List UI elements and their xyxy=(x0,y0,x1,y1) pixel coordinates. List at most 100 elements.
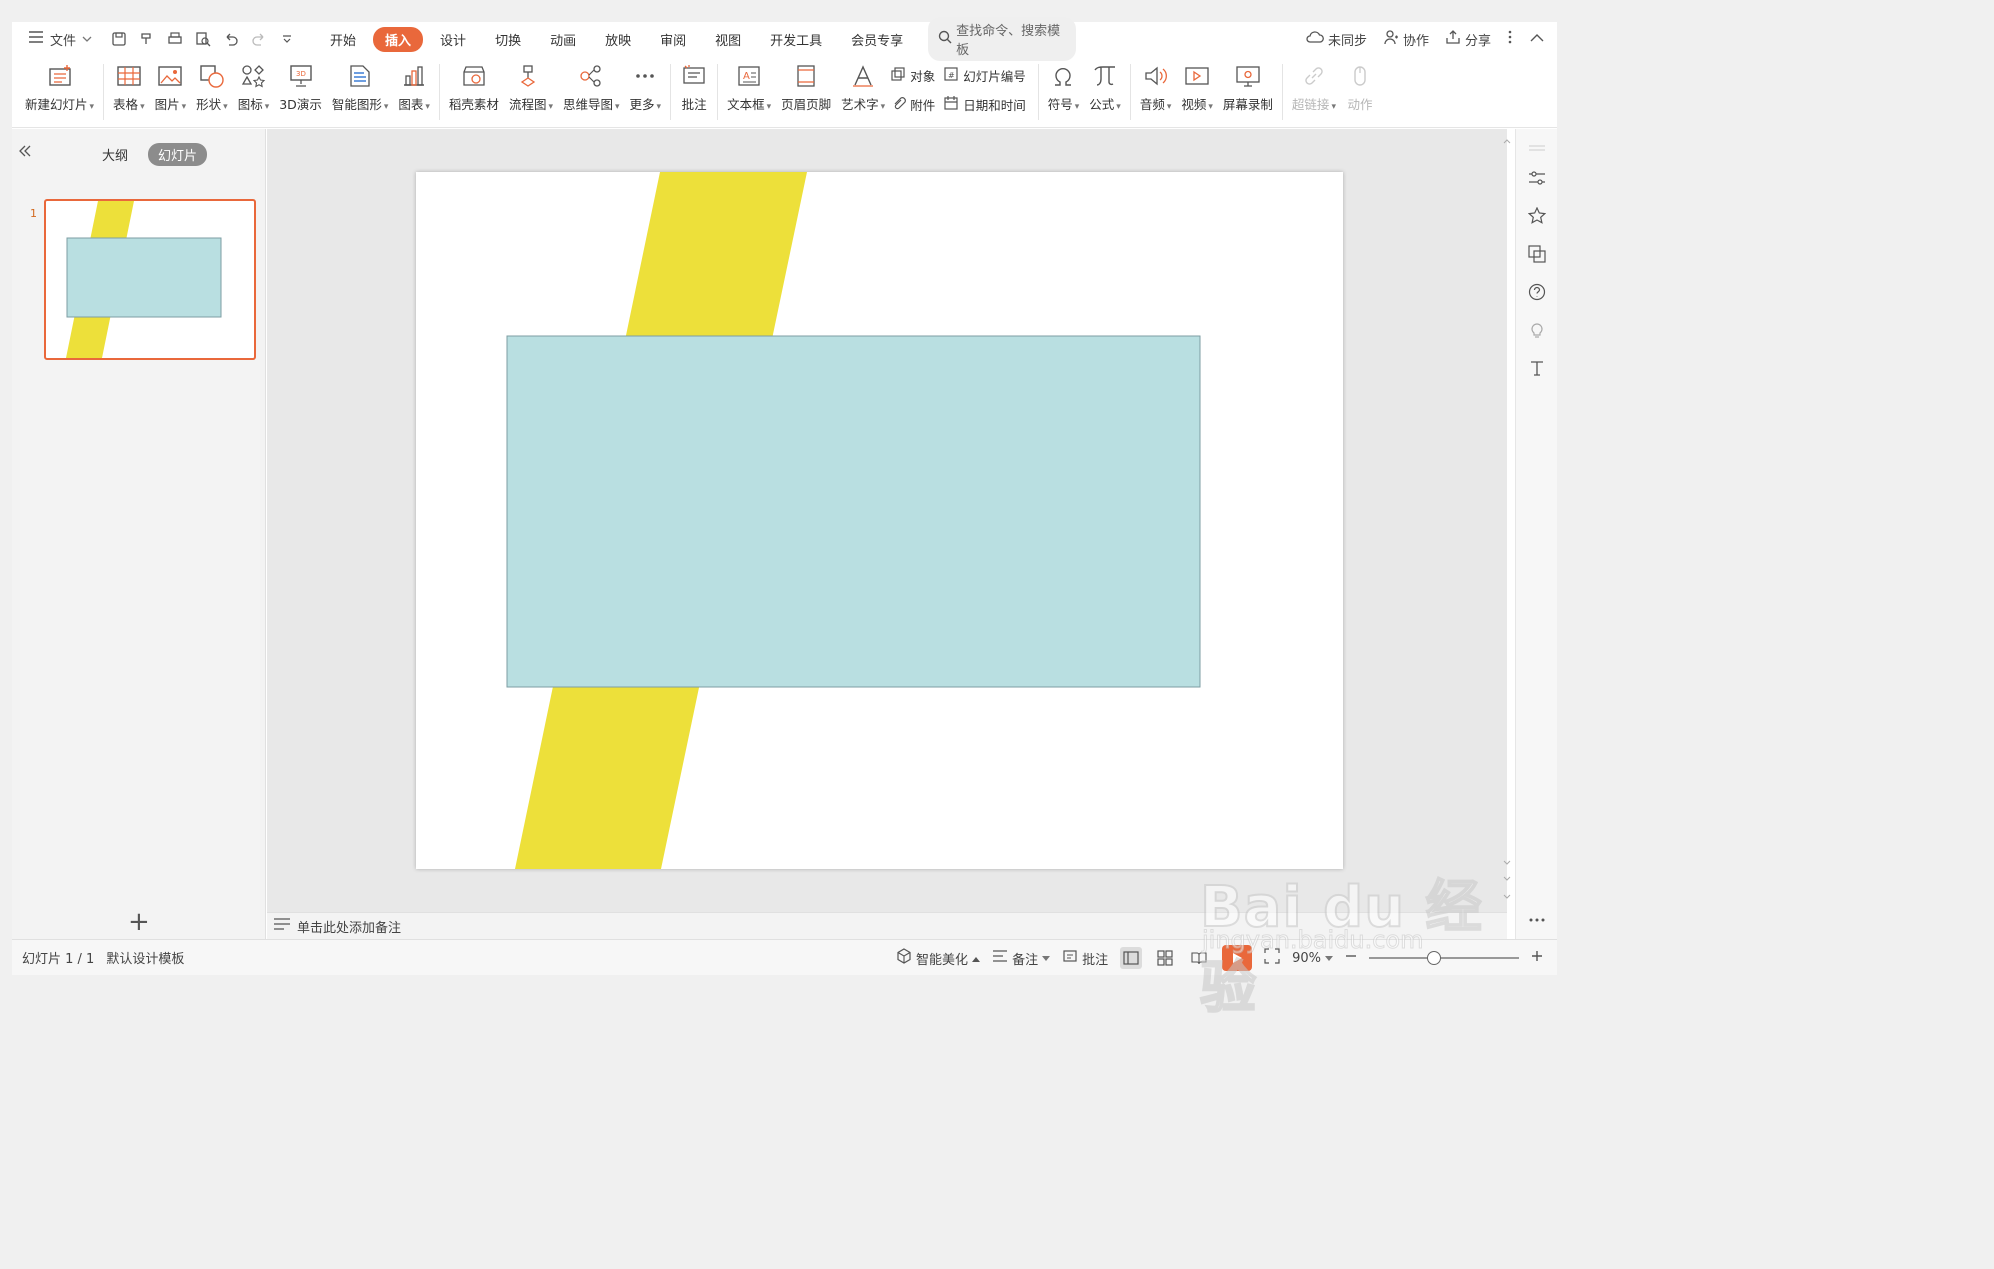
tab-insert[interactable]: 插入 xyxy=(373,26,424,52)
more-vertical-icon[interactable] xyxy=(1507,29,1513,49)
textbox-icon: A xyxy=(735,62,763,90)
ribbon-insert: 新建幻灯片 表格 图片 形状 图标 3D 3D演示 智能图形 图表 xyxy=(12,56,1557,128)
zoom-dropdown[interactable]: 90% xyxy=(1292,951,1333,966)
chevron-down-icon xyxy=(82,32,92,47)
play-slideshow-button[interactable] xyxy=(1222,945,1253,971)
action-button[interactable]: 动作 xyxy=(1341,56,1379,113)
tab-developer[interactable]: 开发工具 xyxy=(758,27,834,52)
zoom-slider[interactable] xyxy=(1369,951,1519,965)
notes-bar[interactable]: 单击此处添加备注 xyxy=(267,912,1507,939)
hyperlink-button[interactable]: 超链接 xyxy=(1287,56,1341,113)
collapse-ribbon-icon[interactable] xyxy=(1529,32,1545,47)
comments-toggle-button[interactable]: 批注 xyxy=(1062,948,1108,968)
mindmap-icon xyxy=(577,62,605,90)
sync-status[interactable]: 未同步 xyxy=(1306,30,1367,49)
collapse-panel-icon[interactable] xyxy=(18,143,32,162)
tab-design[interactable]: 设计 xyxy=(428,27,478,52)
table-button[interactable]: 表格 xyxy=(108,56,150,113)
chart-button[interactable]: 图表 xyxy=(393,56,435,113)
mindmap-label: 思维导图 xyxy=(563,94,620,113)
command-search[interactable]: 查找命令、搜索模板 xyxy=(928,17,1077,61)
star-icon[interactable] xyxy=(1526,205,1548,227)
picture-button[interactable]: 图片 xyxy=(150,56,192,113)
divider xyxy=(717,64,719,120)
format-painter-icon[interactable] xyxy=(138,30,156,48)
zoom-slider-handle[interactable] xyxy=(1427,951,1441,965)
object-button[interactable]: 对象 xyxy=(890,66,935,85)
attachment-button[interactable]: 附件 xyxy=(890,95,935,114)
object-attachment-group: 对象 附件 xyxy=(890,56,935,114)
chart-icon xyxy=(400,62,428,90)
divider xyxy=(1281,64,1283,120)
collab-button[interactable]: 协作 xyxy=(1383,29,1429,49)
comment-icon xyxy=(680,62,708,90)
save-icon[interactable] xyxy=(110,30,128,48)
comment-button[interactable]: 批注 xyxy=(675,56,713,113)
screen-record-button[interactable]: 屏幕录制 xyxy=(1218,56,1278,113)
video-button[interactable]: 视频 xyxy=(1176,56,1218,113)
add-slide-icon[interactable]: + xyxy=(128,907,150,937)
vertical-scrollbar[interactable] xyxy=(1502,137,1512,907)
material-store-icon xyxy=(460,62,488,90)
paperclip-icon xyxy=(890,95,907,114)
tab-transition[interactable]: 切换 xyxy=(483,27,533,52)
mindmap-button[interactable]: 思维导图 xyxy=(558,56,625,113)
zoom-out-button[interactable] xyxy=(1345,950,1357,966)
textbox-button[interactable]: A 文本框 xyxy=(722,56,776,113)
smartart-icon xyxy=(346,62,374,90)
properties-icon[interactable] xyxy=(1526,167,1548,189)
material-button[interactable]: 稻壳素材 xyxy=(444,56,504,113)
slide-panel-tabs: 大纲 幻灯片 xyxy=(92,143,208,166)
symbol-button[interactable]: 符号 xyxy=(1043,56,1085,113)
right-sidebar xyxy=(1515,129,1557,939)
undo-icon[interactable] xyxy=(222,30,240,48)
formula-button[interactable]: 公式 xyxy=(1084,56,1126,113)
transition-icon[interactable] xyxy=(1526,243,1548,265)
customize-qa-icon[interactable] xyxy=(278,30,296,48)
tab-review[interactable]: 审阅 xyxy=(648,27,698,52)
normal-view-button[interactable] xyxy=(1120,947,1143,969)
tab-view[interactable]: 视图 xyxy=(703,27,753,52)
new-slide-button[interactable]: 新建幻灯片 xyxy=(20,56,99,113)
reading-view-button[interactable] xyxy=(1188,947,1210,969)
sorter-view-button[interactable] xyxy=(1154,947,1176,969)
audio-button[interactable]: 音频 xyxy=(1135,56,1177,113)
datetime-button[interactable]: 日期和时间 xyxy=(943,95,1026,114)
print-icon[interactable] xyxy=(166,30,184,48)
zoom-in-button[interactable] xyxy=(1531,950,1543,966)
comments-toggle-label: 批注 xyxy=(1082,952,1109,968)
file-menu[interactable]: 文件 xyxy=(12,30,92,49)
text-icon[interactable] xyxy=(1526,357,1548,379)
print-preview-icon[interactable] xyxy=(194,30,212,48)
tab-slideshow[interactable]: 放映 xyxy=(593,27,643,52)
lightbulb-icon[interactable] xyxy=(1526,319,1548,341)
icon-button[interactable]: 图标 xyxy=(233,56,275,113)
slide[interactable] xyxy=(416,172,1343,869)
template-name[interactable]: 默认设计模板 xyxy=(106,948,184,967)
notes-toggle-button[interactable]: 备注 xyxy=(992,949,1051,968)
tab-member[interactable]: 会员专享 xyxy=(839,27,915,52)
header-footer-button[interactable]: 页眉页脚 xyxy=(776,56,836,113)
fit-window-icon[interactable] xyxy=(1264,948,1280,968)
more-horizontal-icon[interactable] xyxy=(1526,909,1548,931)
help-icon[interactable] xyxy=(1526,281,1548,303)
slide-thumbnail[interactable] xyxy=(44,199,256,360)
smartart-button[interactable]: 智能图形 xyxy=(327,56,394,113)
slide-thumbnail-preview xyxy=(66,201,222,358)
redo-icon[interactable] xyxy=(250,30,268,48)
shape-button[interactable]: 形状 xyxy=(191,56,233,113)
tab-home[interactable]: 开始 xyxy=(318,27,368,52)
more-button[interactable]: 更多 xyxy=(625,56,667,113)
flowchart-button[interactable]: 流程图 xyxy=(504,56,558,113)
demo3d-button[interactable]: 3D 3D演示 xyxy=(274,56,327,113)
tab-animation[interactable]: 动画 xyxy=(538,27,588,52)
slide-panel: 大纲 幻灯片 1 + xyxy=(12,129,266,939)
beautify-button[interactable]: 智能美化 xyxy=(896,948,981,968)
demo3d-label: 3D演示 xyxy=(279,97,322,112)
tab-outline[interactable]: 大纲 xyxy=(92,143,138,166)
share-button[interactable]: 分享 xyxy=(1445,29,1491,49)
ribbon-tabs: 开始 插入 设计 切换 动画 放映 审阅 视图 开发工具 会员专享 xyxy=(318,26,920,52)
tab-slides[interactable]: 幻灯片 xyxy=(148,143,208,166)
wordart-button[interactable]: 艺术字 xyxy=(836,56,890,113)
slide-number-button[interactable]: # 幻灯片编号 xyxy=(943,66,1026,85)
